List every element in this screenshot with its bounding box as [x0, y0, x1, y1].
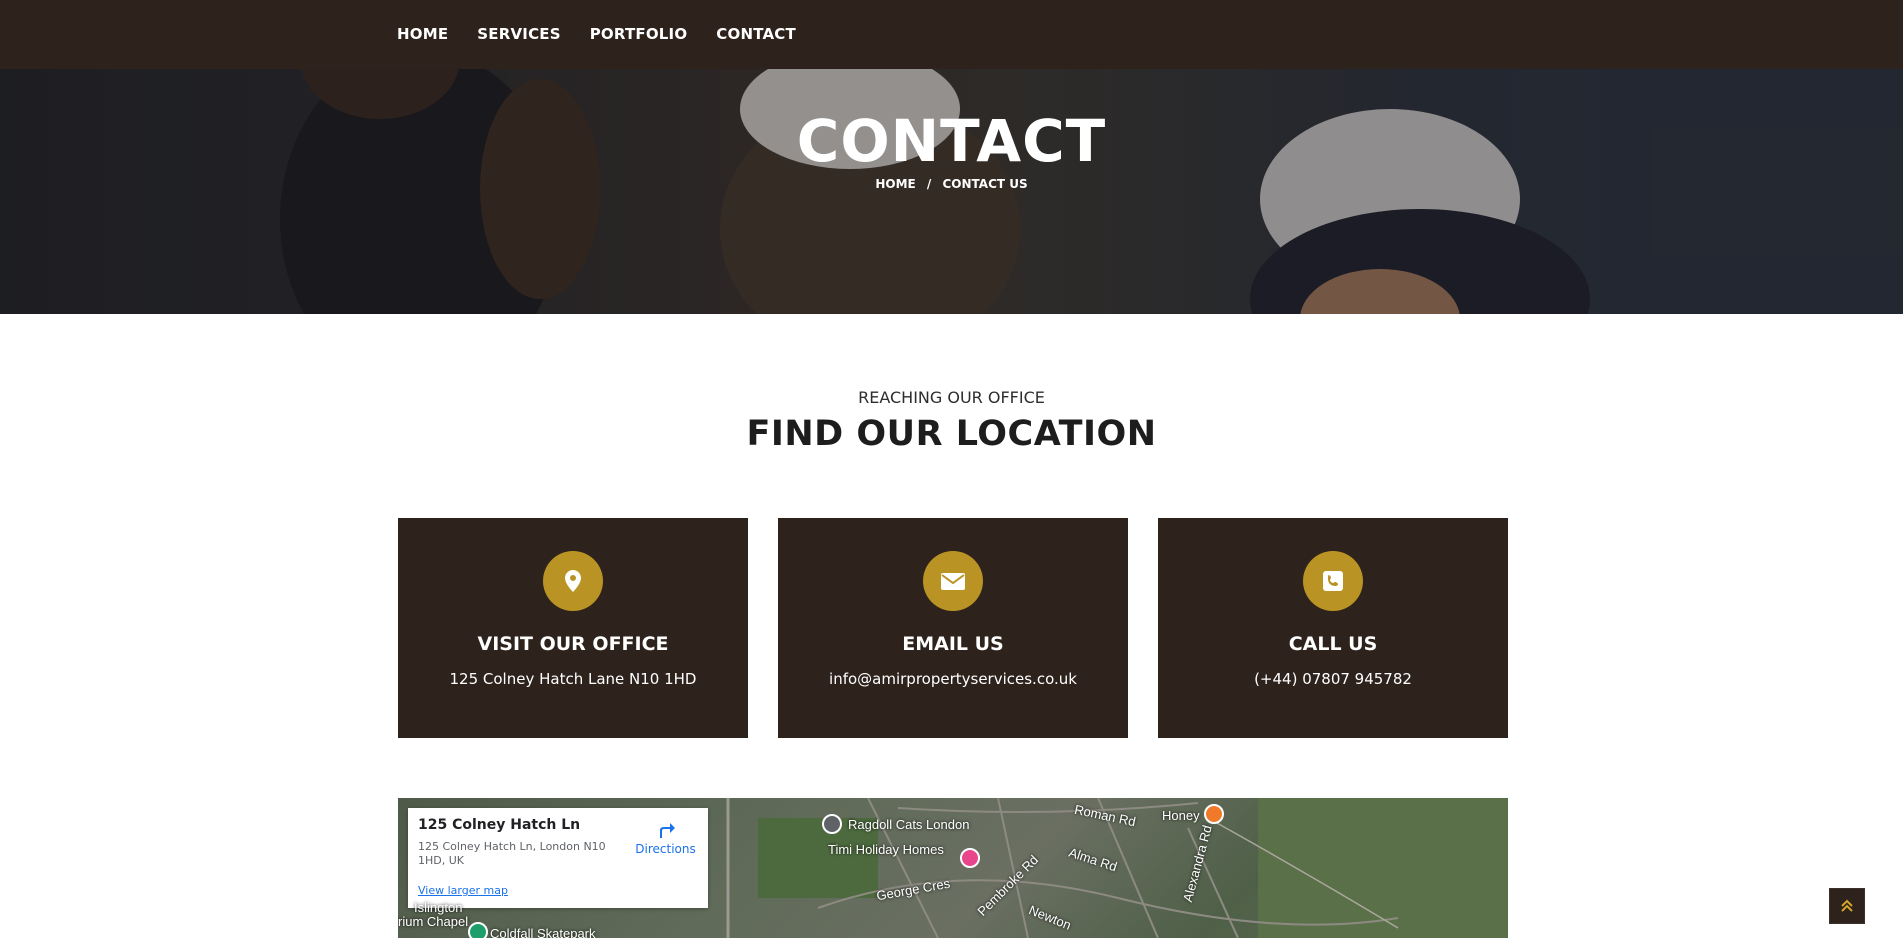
- map-label-timi: Timi Holiday Homes: [828, 842, 944, 857]
- map-place-name: 125 Colney Hatch Ln: [418, 817, 581, 833]
- hero-overlay: [0, 69, 1903, 314]
- scroll-to-top-button[interactable]: [1829, 888, 1865, 924]
- section-subtitle: REACHING OUR OFFICE: [858, 388, 1045, 407]
- breadcrumb-separator: /: [926, 177, 932, 191]
- top-navigation: HOME SERVICES PORTFOLIO CONTACT: [0, 0, 1903, 69]
- map-label-islington: Islington: [414, 900, 463, 915]
- nav-menu: HOME SERVICES PORTFOLIO CONTACT: [397, 24, 796, 43]
- section-title: FIND OUR LOCATION: [746, 414, 1157, 454]
- nav-link-home[interactable]: HOME: [397, 25, 448, 43]
- place-pin-icon[interactable]: [822, 814, 842, 834]
- nav-item-contact: CONTACT: [716, 24, 796, 43]
- park-pin-icon[interactable]: [468, 922, 488, 938]
- lodging-pin-icon[interactable]: [960, 848, 980, 868]
- card-visit-office: VISIT OUR OFFICE 125 Colney Hatch Lane N…: [398, 518, 748, 738]
- office-address: 125 Colney Hatch Lane N10 1HD: [449, 670, 697, 688]
- phone-link[interactable]: (+44) 07807 945782: [1158, 670, 1508, 688]
- breadcrumb: HOME / CONTACT US: [0, 177, 1903, 191]
- nav-link-contact[interactable]: CONTACT: [716, 25, 796, 43]
- hero-banner: CONTACT HOME / CONTACT US: [0, 69, 1903, 314]
- breadcrumb-current: CONTACT US: [942, 177, 1028, 191]
- map-label-skatepark: Coldfall Skatepark: [490, 926, 596, 938]
- nav-link-portfolio[interactable]: PORTFOLIO: [590, 25, 688, 43]
- nav-item-home: HOME: [397, 24, 448, 43]
- view-larger-map-link[interactable]: View larger map: [418, 884, 508, 897]
- phone-icon: [1303, 551, 1363, 611]
- card-call: CALL US (+44) 07807 945782: [1158, 518, 1508, 738]
- directions-button[interactable]: Directions: [633, 820, 698, 856]
- restaurant-pin-icon[interactable]: [1204, 804, 1224, 824]
- embedded-map[interactable]: 125 Colney Hatch Ln 125 Colney Hatch Ln,…: [398, 798, 1508, 938]
- breadcrumb-home[interactable]: HOME: [875, 177, 915, 191]
- nav-item-portfolio: PORTFOLIO: [590, 24, 688, 43]
- card-email: EMAIL US info@amirpropertyservices.co.uk: [778, 518, 1128, 738]
- map-label-ragdoll: Ragdoll Cats London: [848, 817, 970, 832]
- card-title: EMAIL US: [902, 633, 1004, 655]
- directions-icon: [659, 823, 675, 838]
- card-title: VISIT OUR OFFICE: [477, 633, 669, 655]
- map-info-card: 125 Colney Hatch Ln 125 Colney Hatch Ln,…: [408, 808, 708, 908]
- map-marker-icon: [543, 551, 603, 611]
- map-place-address: 125 Colney Hatch Ln, London N10 1HD, UK: [418, 840, 606, 867]
- nav-item-services: SERVICES: [477, 24, 560, 43]
- directions-label: Directions: [635, 842, 696, 856]
- map-label-chapel: rium Chapel: [398, 914, 469, 929]
- nav-link-services[interactable]: SERVICES: [477, 25, 560, 43]
- card-title: CALL US: [1288, 633, 1378, 655]
- envelope-icon: [923, 551, 983, 611]
- map-label-honey: Honey: [1162, 808, 1200, 823]
- page-title: CONTACT: [796, 107, 1107, 175]
- email-link[interactable]: info@amirpropertyservices.co.uk: [778, 670, 1128, 688]
- double-chevron-up-icon: [1841, 899, 1853, 912]
